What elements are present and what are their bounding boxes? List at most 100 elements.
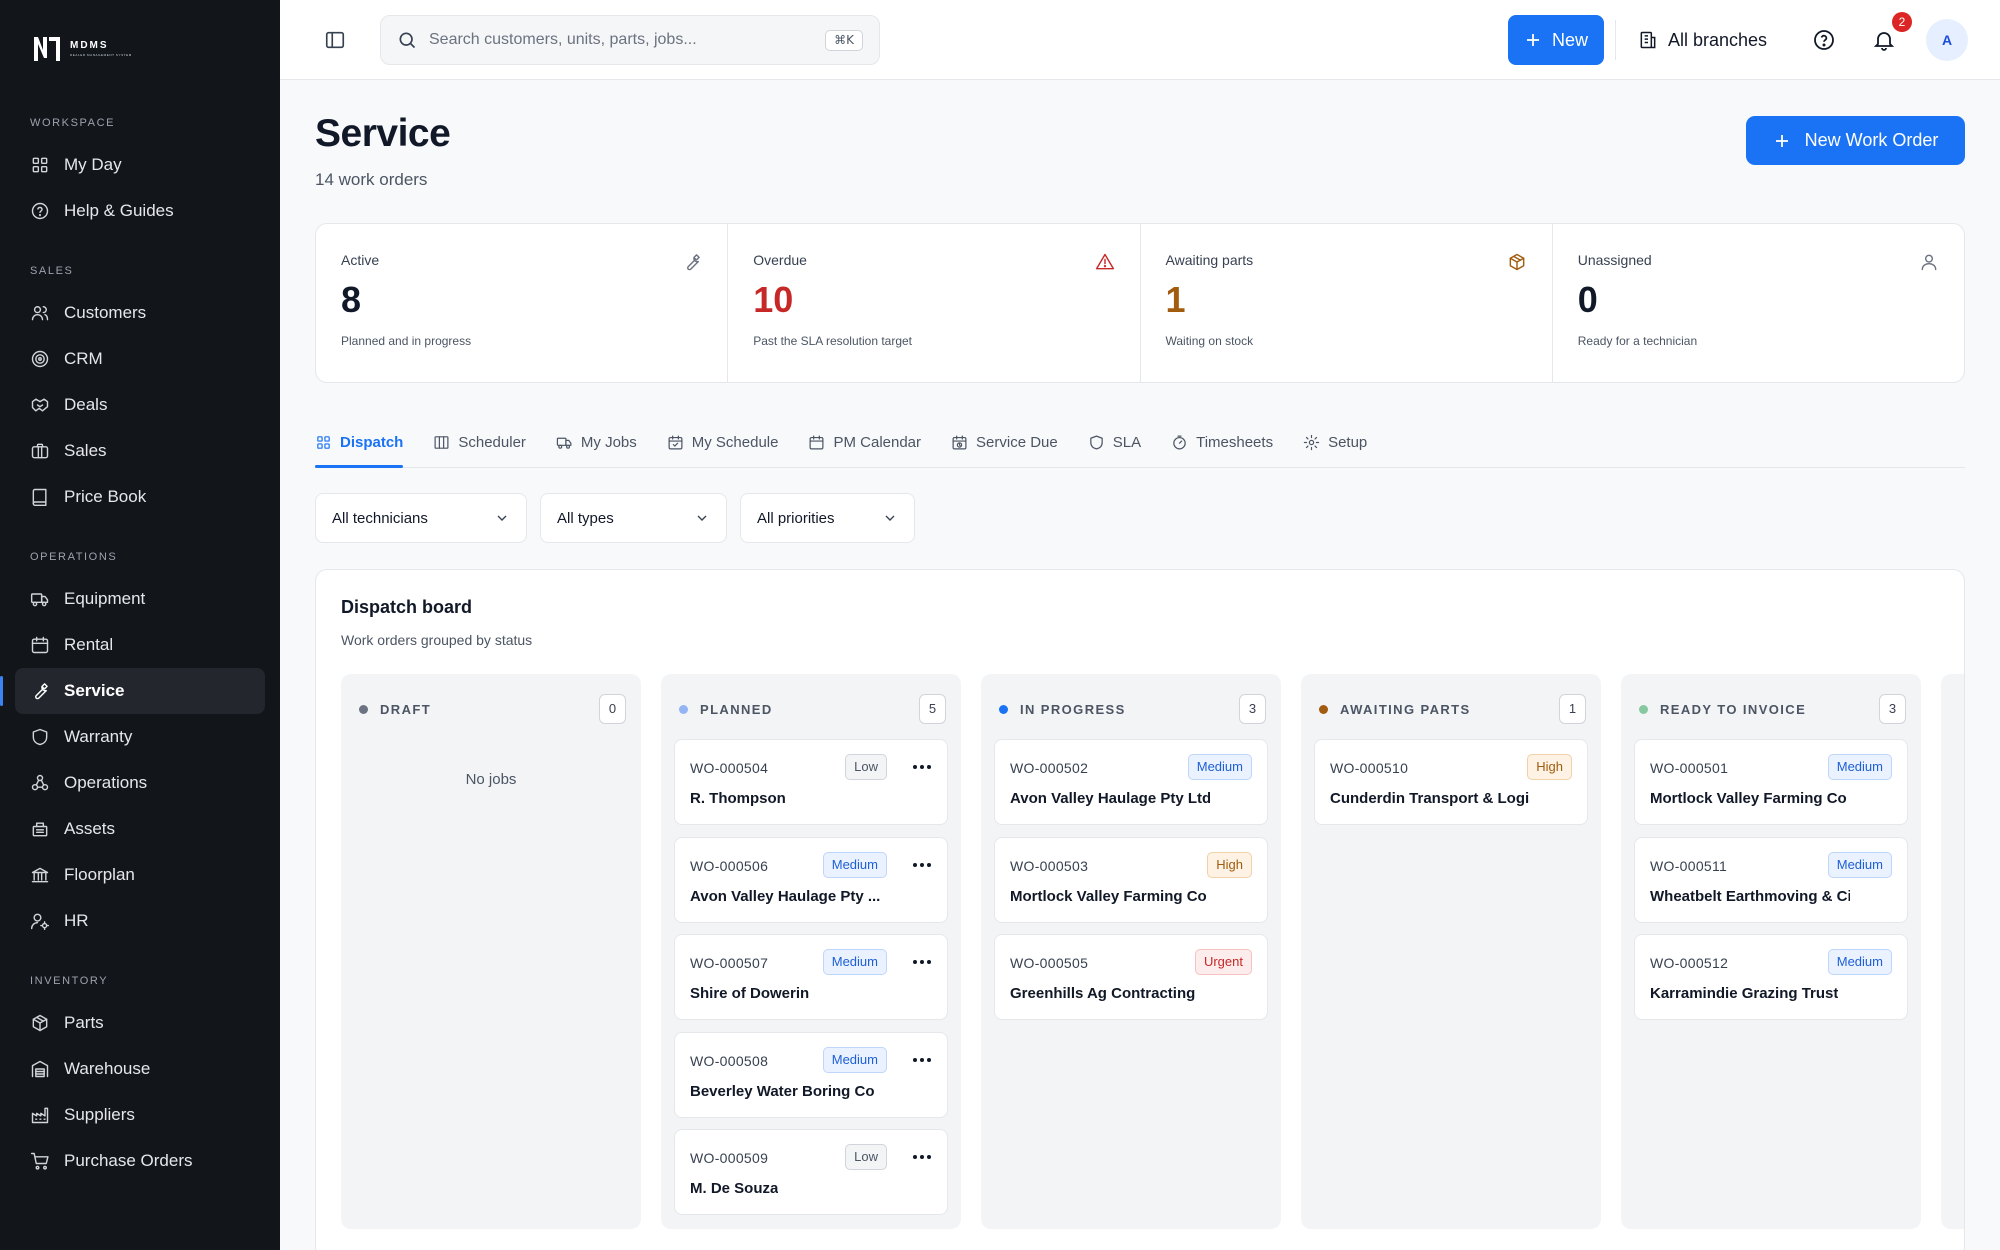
chevron-down-icon: [697, 515, 707, 521]
sidebar-item-rental[interactable]: Rental: [15, 622, 265, 668]
sidebar-item-label: HR: [64, 911, 89, 930]
sidebar-item-suppliers[interactable]: Suppliers: [15, 1092, 265, 1138]
sidebar-item-deals[interactable]: Deals: [15, 382, 265, 428]
timer-icon: [1173, 435, 1186, 450]
stat-value: 0: [1577, 279, 1598, 320]
search-input[interactable]: [429, 31, 809, 49]
help-icon: [31, 202, 49, 220]
stat-card-overdue[interactable]: Overdue 10 Past the SLA resolution target: [728, 224, 1141, 382]
sidebar-toggle-icon[interactable]: [324, 29, 346, 51]
priority-filter[interactable]: All priorities: [740, 493, 915, 543]
more-options-icon[interactable]: [912, 958, 932, 966]
more-options-icon[interactable]: [912, 763, 932, 771]
type-filter[interactable]: All types: [540, 493, 727, 543]
branch-selector[interactable]: All branches: [1638, 25, 1767, 55]
tab-pm-calendar[interactable]: PM Calendar: [808, 418, 921, 467]
tab-scheduler[interactable]: Scheduler: [433, 418, 526, 467]
work-order-card[interactable]: WO-000504 Low R. Thompson: [674, 739, 948, 825]
sidebar-item-purchase-orders[interactable]: Purchase Orders: [15, 1138, 265, 1184]
tab-label: PM Calendar: [833, 434, 922, 451]
work-order-card[interactable]: WO-000508 Medium Beverley Water Boring Co: [674, 1031, 948, 1118]
sidebar-item-label: Equipment: [64, 589, 146, 608]
sidebar-item-label: Suppliers: [64, 1105, 135, 1124]
stat-note: Ready for a technician: [1577, 334, 1698, 348]
tab-my-schedule[interactable]: My Schedule: [667, 418, 778, 467]
sidebar-item-warranty[interactable]: Warranty: [15, 714, 265, 760]
work-order-card[interactable]: WO-000505 Urgent Greenhills Ag Contracting: [994, 934, 1268, 1020]
work-order-card[interactable]: WO-000502 Medium Avon Valley Haulage Pty L…: [994, 739, 1268, 825]
stat-card-active[interactable]: Active 8 Planned and in progress: [316, 224, 729, 382]
sidebar-item-sales[interactable]: Sales: [15, 428, 265, 474]
customer-name: Shire of Dowerin: [690, 985, 810, 1002]
wrench-icon: [35, 683, 48, 700]
global-search[interactable]: ⌘K: [380, 15, 880, 65]
truck-icon: [556, 437, 572, 449]
tab-label: Scheduler: [458, 434, 526, 451]
building-icon: [1640, 31, 1656, 49]
tab-sla[interactable]: SLA: [1088, 418, 1141, 467]
priority-badge: Medium: [822, 1046, 887, 1073]
calendar-check-icon: [668, 435, 683, 450]
sidebar-item-customers[interactable]: Customers: [15, 290, 265, 336]
stat-card-unassigned[interactable]: Unassigned 0 Ready for a technician: [1553, 224, 1964, 382]
new-button[interactable]: New: [1508, 15, 1604, 65]
sidebar-item-my-day[interactable]: My Day: [15, 142, 265, 188]
priority-badge: High: [1207, 851, 1252, 878]
sidebar-item-assets[interactable]: Assets: [15, 806, 265, 852]
board-column-ready-to-invoice: READY TO INVOICE 3 WO-000501 Medium Mortlock…: [1621, 674, 1921, 1229]
priority-badge: Low: [845, 1144, 887, 1170]
sidebar-item-warehouse[interactable]: Warehouse: [15, 1046, 265, 1092]
work-order-card[interactable]: WO-000506 Medium Avon Valley Haulage Pty .…: [674, 836, 948, 923]
sidebar-item-hr[interactable]: HR: [15, 898, 265, 944]
sidebar-item-equipment[interactable]: Equipment: [15, 576, 265, 622]
new-work-order-button[interactable]: New Work Order: [1746, 116, 1965, 165]
bell-icon[interactable]: [1872, 28, 1896, 52]
stat-note: Past the SLA resolution target: [753, 334, 913, 348]
priority-badge: Medium: [1187, 754, 1252, 780]
work-order-card[interactable]: WO-000510 High Cunderdin Transport & Logis…: [1314, 739, 1588, 825]
stat-label: Awaiting parts: [1165, 252, 1254, 268]
work-order-card[interactable]: WO-000512 Medium Karramindie Grazing Trust: [1634, 934, 1908, 1020]
new-button-label: New: [1551, 29, 1588, 50]
tab-service-due[interactable]: Service Due: [951, 418, 1058, 467]
avatar[interactable]: A: [1926, 19, 1968, 61]
briefcase-icon: [31, 443, 49, 459]
customer-name: Cunderdin Transport & Logistics: [1330, 790, 1530, 807]
board-title: Dispatch board: [341, 597, 473, 617]
work-order-card[interactable]: WO-000501 Medium Mortlock Valley Farming C…: [1634, 739, 1908, 825]
truck-icon: [30, 593, 49, 607]
sidebar-item-label: Warehouse: [64, 1059, 151, 1078]
tab-dispatch[interactable]: Dispatch: [315, 418, 404, 468]
more-options-icon[interactable]: [912, 1153, 932, 1161]
sidebar-item-service[interactable]: Service: [0, 668, 265, 714]
cart-icon: [30, 1152, 49, 1170]
more-options-icon[interactable]: [912, 1056, 932, 1064]
sidebar-item-floorplan[interactable]: Floorplan: [15, 852, 265, 898]
tab-timesheets[interactable]: Timesheets: [1171, 418, 1273, 467]
help-icon[interactable]: [1812, 28, 1836, 52]
sidebar-item-price-book[interactable]: Price Book: [15, 474, 265, 520]
bank-icon: [31, 867, 49, 883]
user-cog-icon: [30, 913, 50, 931]
stat-card-awaiting-parts[interactable]: Awaiting parts 1 Waiting on stock: [1141, 224, 1553, 382]
tab-setup[interactable]: Setup: [1303, 418, 1367, 467]
work-order-card[interactable]: WO-000511 Medium Wheatbelt Earthmoving & C…: [1634, 836, 1908, 923]
target-icon: [31, 350, 49, 368]
column-count: 3: [1239, 694, 1266, 724]
column-header: READY TO INVOICE 3: [1639, 694, 1906, 724]
sidebar-item-crm[interactable]: CRM: [15, 336, 265, 382]
sidebar-item-help-guides[interactable]: Help & Guides: [15, 188, 265, 234]
board-column-partial: [1941, 674, 1964, 1229]
technician-filter[interactable]: All technicians: [315, 493, 527, 543]
tab-my-jobs[interactable]: My Jobs: [556, 418, 637, 467]
app-logo[interactable]: MDMS DEALER MANAGEMENT SYSTEM: [32, 34, 132, 64]
sidebar-item-operations[interactable]: Operations: [15, 760, 265, 806]
notification-badge: 2: [1892, 12, 1912, 32]
wrench-icon: [687, 254, 701, 271]
work-order-card[interactable]: WO-000509 Low M. De Souza: [674, 1129, 948, 1215]
sidebar-item-parts[interactable]: Parts: [15, 1000, 265, 1046]
more-options-icon[interactable]: [912, 861, 932, 869]
work-order-card[interactable]: WO-000507 Medium Shire of Dowerin: [674, 934, 948, 1020]
work-order-id: WO-000510: [1330, 760, 1409, 776]
work-order-card[interactable]: WO-000503 High Mortlock Valley Farming Co: [994, 836, 1268, 923]
